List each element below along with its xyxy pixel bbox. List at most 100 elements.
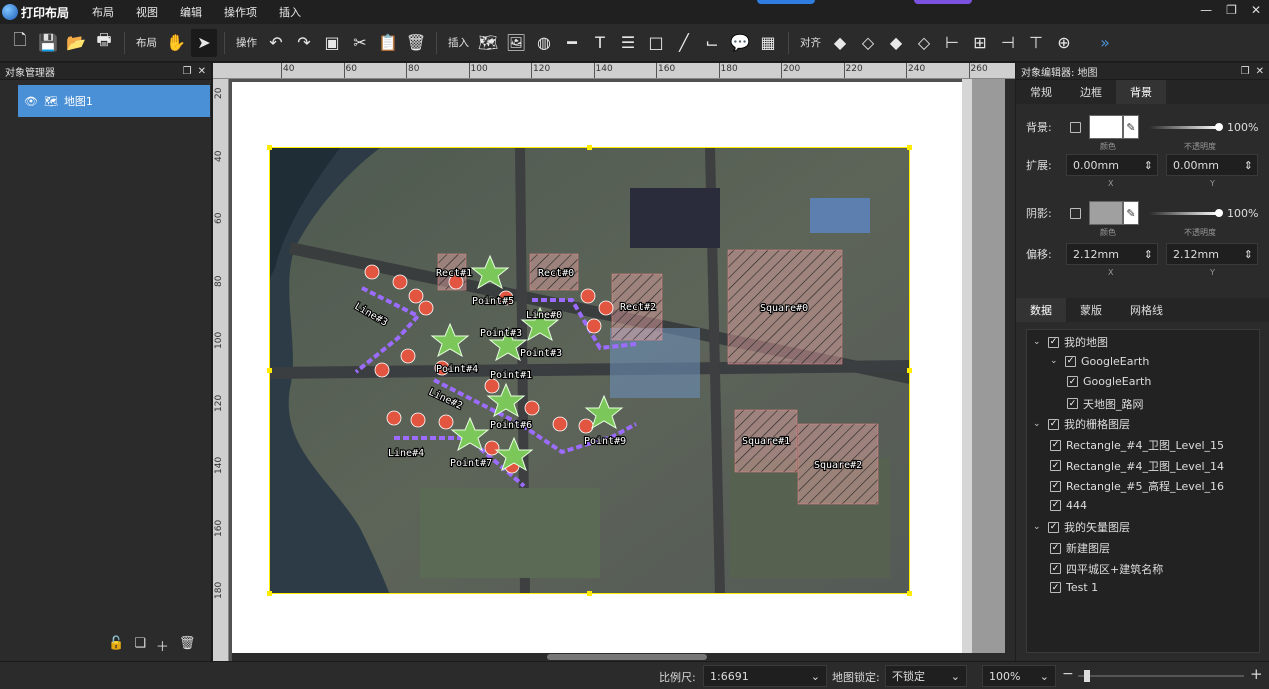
zoom-select[interactable]: 100% ⌄ (982, 665, 1056, 687)
slider-knob[interactable] (1215, 208, 1223, 217)
layer-down-icon[interactable]: ◇ (855, 29, 881, 57)
align-middle-icon[interactable]: ⊕ (1051, 29, 1077, 57)
layer-tree-item[interactable]: ⌄ ✓ GoogleEarth (1050, 355, 1149, 368)
panel-close-icon[interactable]: ✕ (1256, 66, 1264, 77)
cut-icon[interactable]: ✂ (347, 29, 373, 57)
layer-up-icon[interactable]: ◆ (827, 29, 853, 57)
align-top-icon[interactable]: ⊤ (1023, 29, 1049, 57)
background-checkbox[interactable] (1070, 121, 1081, 133)
layer-visibility-checkbox[interactable]: ✓ (1050, 582, 1061, 594)
layout-canvas[interactable]: 40 60 80 100 120 140 160 180 200 220 240 260 20 40 60… (213, 63, 1015, 661)
tab-gridlines[interactable]: 网格线 (1116, 298, 1177, 322)
layer-visibility-checkbox[interactable]: ✓ (1050, 439, 1061, 451)
map-frame[interactable]: Rect#1 Rect#0 Rect#2 Square#0 Point#5 Li… (269, 147, 910, 594)
layer-tree-item[interactable]: ✓ 新建图层 (1050, 540, 1110, 556)
eye-icon[interactable]: 👁 (24, 95, 38, 108)
insert-globe-icon[interactable]: ◍ (531, 29, 557, 57)
layer-tree-item[interactable]: ✓ Rectangle_#4_卫图_Level_15 (1050, 437, 1224, 453)
layer-tree-item[interactable]: ✓ 四平城区+建筑名称 (1050, 561, 1163, 577)
layer-top-icon[interactable]: ◆ (883, 29, 909, 57)
copy-icon[interactable]: ▣ (319, 29, 345, 57)
insert-map-icon[interactable]: 🗺 (475, 29, 501, 57)
shadow-opacity-slider[interactable] (1149, 208, 1223, 217)
float-icon[interactable]: ❐ (1241, 66, 1250, 77)
insert-rect-icon[interactable]: □ (643, 29, 669, 57)
add-icon[interactable]: ＋ (156, 636, 169, 655)
layer-visibility-checkbox[interactable]: ✓ (1048, 336, 1059, 348)
insert-note-icon[interactable]: 💬 (727, 29, 753, 57)
layer-visibility-checkbox[interactable]: ✓ (1050, 542, 1061, 554)
layer-tree-item[interactable]: ⌄ ✓ 我的栅格图层 (1033, 416, 1130, 432)
lock-select[interactable]: 不锁定 ⌄ (885, 665, 967, 687)
layer-visibility-checkbox[interactable]: ✓ (1065, 355, 1076, 367)
object-item-map1[interactable]: 👁 🗺 地图1 (18, 85, 210, 117)
insert-line-icon[interactable]: ╱ (671, 29, 697, 57)
trash-icon[interactable]: 🗑 (179, 636, 196, 655)
new-icon[interactable]: 🗋 (7, 29, 33, 57)
layer-visibility-checkbox[interactable]: ✓ (1050, 499, 1061, 511)
resize-handle[interactable] (267, 145, 272, 150)
layer-tree-item[interactable]: ✓ Rectangle_#4_卫图_Level_14 (1050, 458, 1224, 474)
duplicate-icon[interactable]: ❏ (134, 636, 146, 655)
slider-knob[interactable] (1215, 122, 1223, 131)
float-icon[interactable]: ❐ (183, 66, 192, 77)
insert-text-icon[interactable]: T (587, 29, 613, 57)
tab-background[interactable]: 背景 (1116, 80, 1166, 104)
chevron-down-icon[interactable]: ⌄ (1033, 337, 1043, 347)
resize-handle[interactable] (587, 145, 592, 150)
save-icon[interactable]: 💾 (35, 29, 61, 57)
vertical-scrollbar[interactable] (1005, 79, 1015, 661)
panel-close-icon[interactable]: ✕ (198, 66, 206, 77)
extend-y-input[interactable]: 0.00mm ⇕ (1166, 154, 1258, 176)
tab-border[interactable]: 边框 (1066, 80, 1116, 104)
restore-icon[interactable]: ❐ (1226, 3, 1237, 17)
print-icon[interactable]: 🖶 (91, 29, 117, 57)
insert-table-icon[interactable]: ▦ (755, 29, 781, 57)
resize-handle[interactable] (587, 591, 592, 596)
layer-visibility-checkbox[interactable]: ✓ (1050, 460, 1061, 472)
layer-tree-item[interactable]: ✓ 天地图_路网 (1067, 396, 1144, 412)
chevron-down-icon[interactable]: ⌄ (1033, 419, 1043, 429)
scale-select[interactable]: 1:6691 ⌄ (703, 665, 827, 687)
zoom-slider-thumb[interactable] (1084, 670, 1090, 682)
align-center-icon[interactable]: ⊞ (967, 29, 993, 57)
select-arrow-icon[interactable]: ➤ (191, 28, 217, 57)
resize-handle[interactable] (907, 145, 912, 150)
shadow-color-swatch[interactable] (1089, 201, 1123, 225)
resize-handle[interactable] (267, 591, 272, 596)
menu-operations[interactable]: 操作项 (213, 4, 268, 20)
insert-scalebar-icon[interactable]: ━ (559, 29, 585, 57)
extend-x-input[interactable]: 0.00mm ⇕ (1066, 154, 1158, 176)
layer-visibility-checkbox[interactable]: ✓ (1050, 563, 1061, 575)
layer-visibility-checkbox[interactable]: ✓ (1067, 398, 1078, 410)
background-opacity-slider[interactable] (1149, 122, 1223, 131)
minimize-icon[interactable]: — (1200, 3, 1212, 17)
horizontal-scrollbar[interactable] (232, 653, 1005, 661)
open-icon[interactable]: 📂 (63, 29, 89, 57)
layer-tree-item[interactable]: ⌄ ✓ 我的地图 (1033, 334, 1108, 350)
insert-legend-icon[interactable]: ☰ (615, 29, 641, 57)
resize-handle[interactable] (907, 368, 912, 373)
layer-tree-item[interactable]: ✓ Test 1 (1050, 581, 1098, 594)
spin-arrows-icon[interactable]: ⇕ (1244, 248, 1253, 261)
chevron-down-icon[interactable]: ⌄ (1050, 356, 1060, 366)
zoom-out-icon[interactable]: − (1062, 666, 1074, 682)
resize-handle[interactable] (907, 591, 912, 596)
tab-data[interactable]: 数据 (1016, 298, 1066, 322)
zoom-in-icon[interactable]: + (1250, 665, 1263, 683)
paste-icon[interactable]: 📋 (375, 29, 401, 57)
zoom-slider[interactable] (1078, 670, 1244, 682)
layer-visibility-checkbox[interactable]: ✓ (1048, 418, 1059, 430)
layer-visibility-checkbox[interactable]: ✓ (1067, 376, 1078, 388)
menu-edit[interactable]: 编辑 (169, 4, 213, 20)
toolbar-overflow-icon[interactable]: » (1092, 29, 1118, 57)
redo-icon[interactable]: ↷ (291, 29, 317, 57)
layer-bottom-icon[interactable]: ◇ (911, 29, 937, 57)
tab-mask[interactable]: 蒙版 (1066, 298, 1116, 322)
close-icon[interactable]: ✕ (1251, 3, 1261, 17)
unlock-icon[interactable]: 🔓 (108, 636, 124, 655)
eyedropper-icon[interactable]: ✎ (1123, 201, 1139, 225)
layer-tree-item[interactable]: ⌄ ✓ 我的矢量图层 (1033, 519, 1130, 535)
layer-visibility-checkbox[interactable]: ✓ (1048, 521, 1059, 533)
pan-hand-icon[interactable]: ✋ (163, 29, 189, 57)
